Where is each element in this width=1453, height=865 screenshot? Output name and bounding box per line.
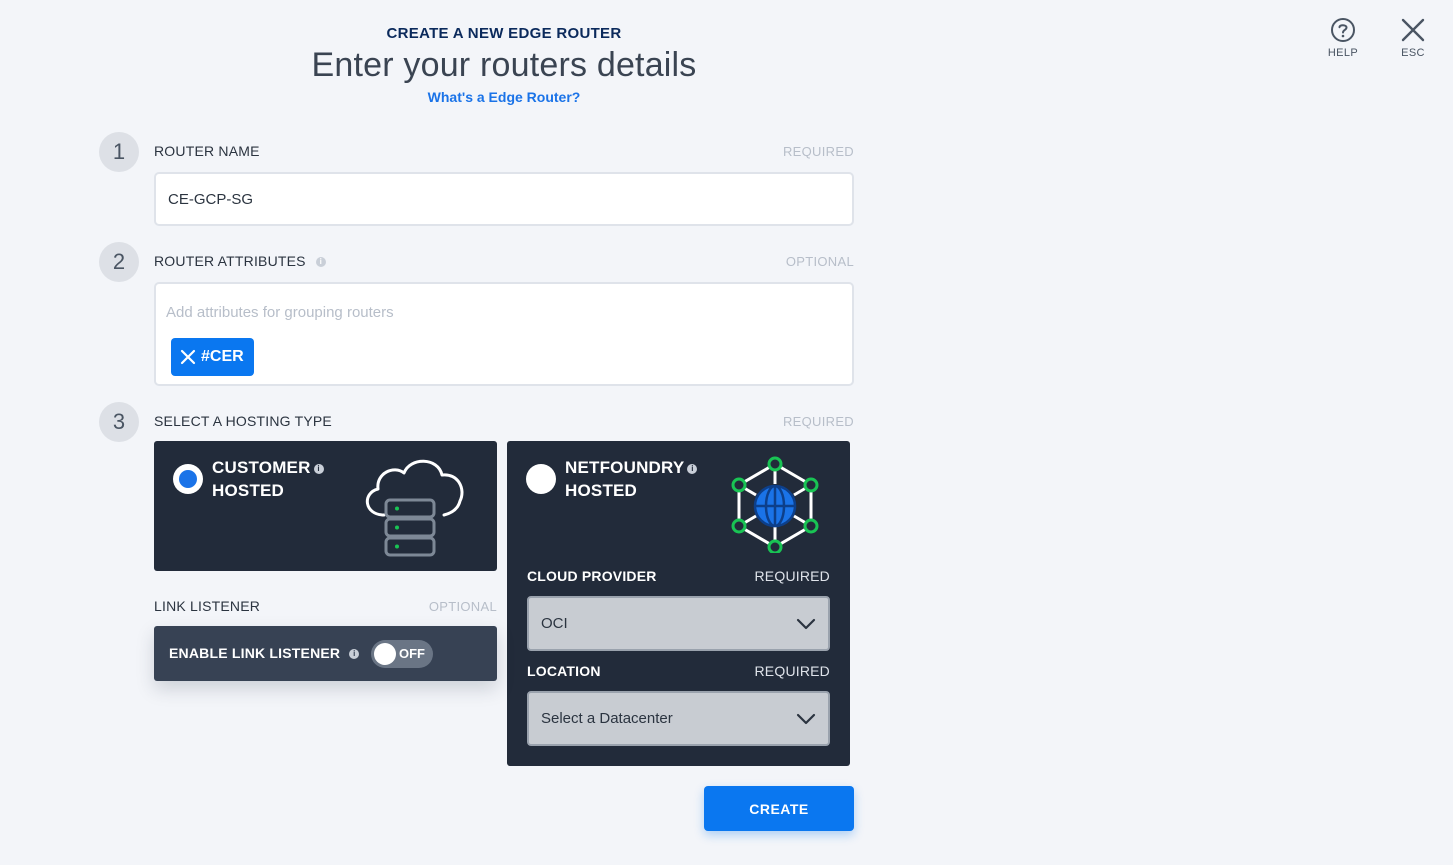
- enable-link-listener-label-wrap: ENABLE LINK LISTENER i: [169, 645, 360, 661]
- link-listener-label: LINK LISTENER: [154, 598, 261, 614]
- link-listener-requirement: OPTIONAL: [428, 599, 497, 614]
- create-button[interactable]: CREATE: [704, 786, 854, 831]
- info-icon[interactable]: i: [687, 464, 698, 474]
- netfoundry-hosted-line2: HOSTED: [565, 481, 638, 500]
- chevron-down-icon: [796, 618, 816, 629]
- customer-hosted-line2: HOSTED: [212, 481, 285, 500]
- location-select[interactable]: Select a Datacenter: [527, 691, 830, 746]
- esc-button[interactable]: ESC: [1383, 17, 1443, 59]
- router-name-input[interactable]: [154, 172, 854, 226]
- attributes-input[interactable]: [166, 300, 826, 324]
- attribute-chip-label: #CER: [201, 348, 244, 365]
- cloud-provider-select[interactable]: OCI: [527, 596, 830, 651]
- netfoundry-hosted-line1: NETFOUNDRY: [565, 458, 685, 477]
- help-label: HELP: [1327, 47, 1359, 59]
- close-icon: [1401, 18, 1425, 42]
- location-label: LOCATION: [527, 663, 601, 679]
- remove-chip-icon[interactable]: [179, 348, 197, 366]
- hosting-type-label: SELECT A HOSTING TYPE: [154, 413, 332, 429]
- location-requirement: REQUIRED: [754, 663, 830, 679]
- netfoundry-hosted-title: NETFOUNDRY i HOSTED: [565, 456, 698, 502]
- link-listener-panel: ENABLE LINK LISTENER i OFF: [154, 626, 497, 681]
- info-icon[interactable]: i: [313, 464, 324, 474]
- netfoundry-hosted-card[interactable]: NETFOUNDRY i HOSTED CLOUD PROVIDER REQUIR…: [507, 441, 850, 766]
- customer-hosted-title: CUSTOMER i HOSTED: [212, 456, 324, 502]
- cloud-provider-requirement: REQUIRED: [754, 568, 830, 584]
- network-globe-icon: [731, 456, 819, 553]
- link-listener-toggle[interactable]: OFF: [371, 640, 433, 668]
- cloud-provider-value: OCI: [541, 615, 568, 632]
- step-3-badge: 3: [99, 402, 139, 442]
- toggle-state: OFF: [399, 646, 425, 661]
- page-kicker: CREATE A NEW EDGE ROUTER: [386, 25, 622, 42]
- attribute-chip[interactable]: #CER: [171, 338, 254, 376]
- cloud-provider-label: CLOUD PROVIDER: [527, 568, 657, 584]
- netfoundry-hosted-radio[interactable]: [526, 464, 556, 494]
- enable-link-listener-label: ENABLE LINK LISTENER: [169, 645, 341, 661]
- router-attributes-label: ROUTER ATTRIBUTES: [154, 253, 306, 269]
- cloud-server-icon: [366, 459, 464, 557]
- customer-hosted-card[interactable]: CUSTOMER i HOSTED: [154, 441, 497, 571]
- router-name-requirement: REQUIRED: [782, 144, 854, 159]
- page-title: Enter your routers details: [311, 46, 697, 84]
- step-2-badge: 2: [99, 242, 139, 282]
- customer-hosted-line1: CUSTOMER: [212, 458, 311, 477]
- step-1-badge: 1: [99, 132, 139, 172]
- help-button[interactable]: HELP: [1313, 17, 1373, 59]
- hosting-type-requirement: REQUIRED: [782, 414, 854, 429]
- chevron-down-icon: [796, 713, 816, 724]
- customer-hosted-radio[interactable]: [173, 464, 203, 494]
- info-icon[interactable]: i: [349, 649, 360, 659]
- help-icon: [1331, 18, 1355, 42]
- location-value: Select a Datacenter: [541, 710, 673, 727]
- router-name-label: ROUTER NAME: [154, 143, 260, 159]
- router-attributes-requirement: OPTIONAL: [785, 254, 854, 269]
- toggle-knob: [374, 643, 396, 665]
- router-attributes-label-wrap: ROUTER ATTRIBUTES i: [154, 253, 326, 269]
- esc-label: ESC: [1401, 47, 1425, 59]
- attributes-field[interactable]: #CER: [154, 282, 854, 386]
- whats-edge-router-link[interactable]: What's a Edge Router?: [254, 89, 754, 105]
- info-icon[interactable]: i: [315, 257, 326, 267]
